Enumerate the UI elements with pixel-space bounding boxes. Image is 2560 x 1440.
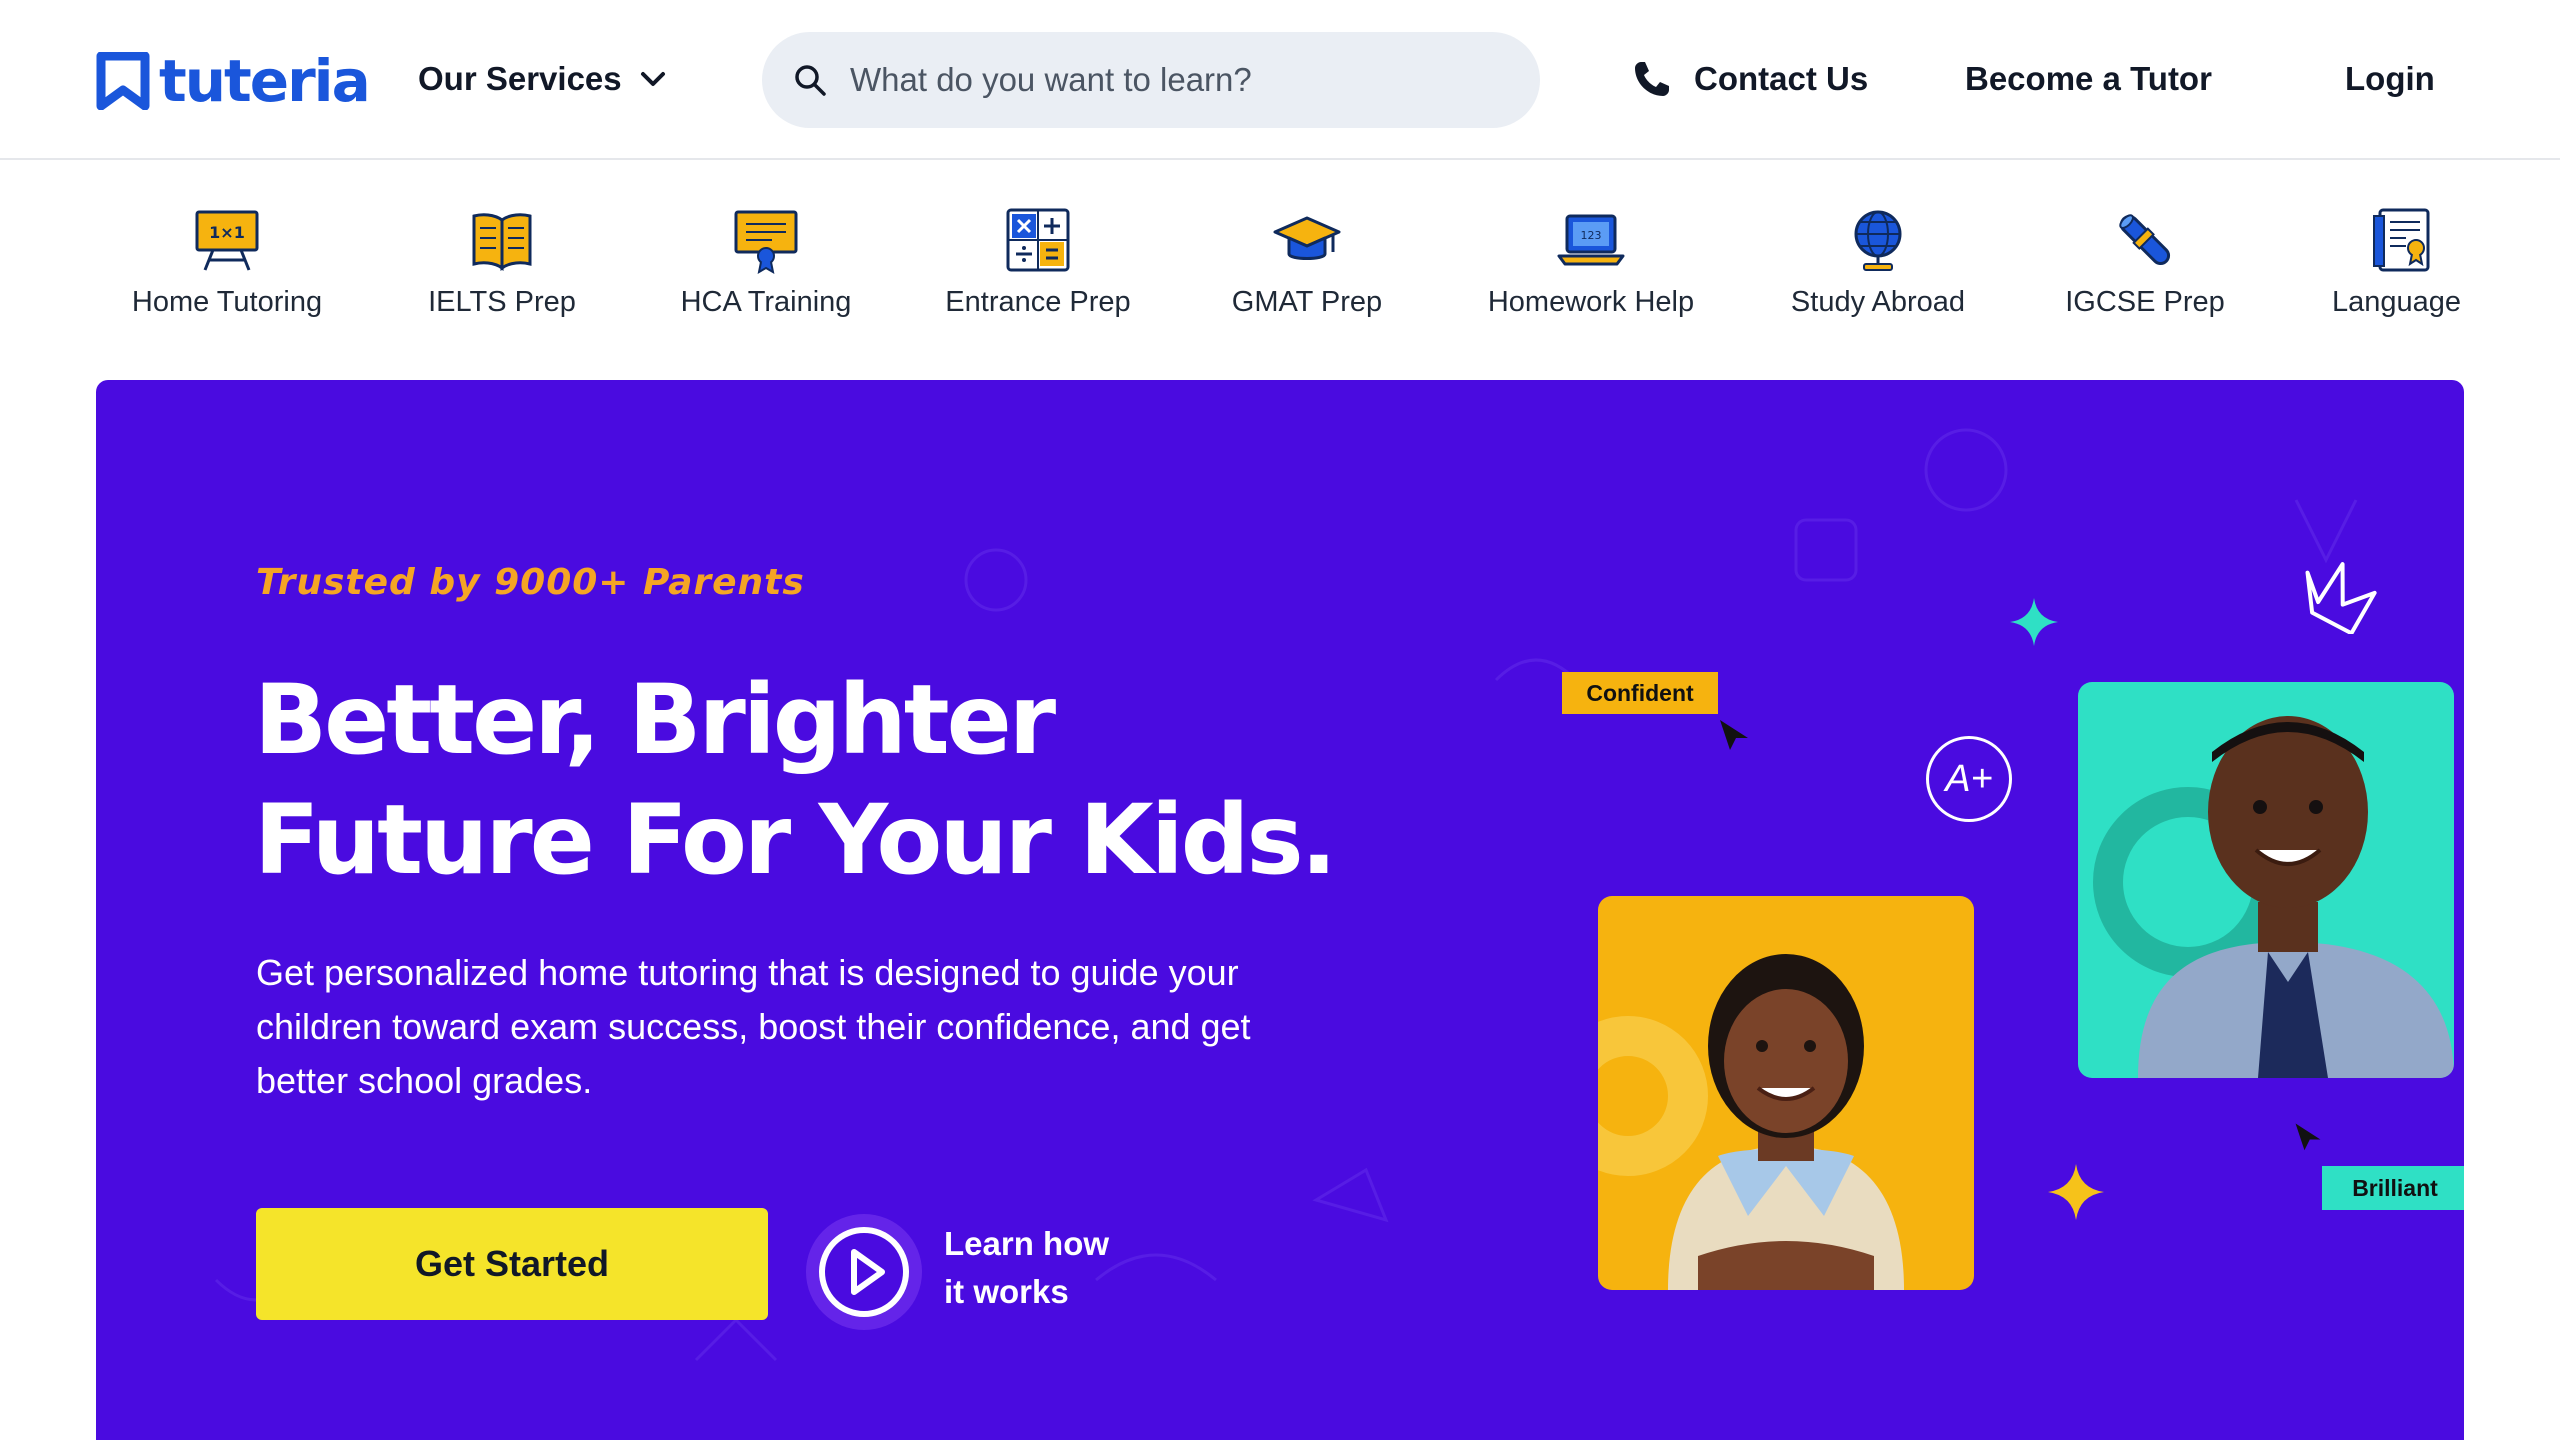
category-label: IELTS Prep	[428, 286, 576, 318]
contact-us-label: Contact Us	[1694, 60, 1869, 97]
crown-icon	[2305, 562, 2377, 634]
category-label: GMAT Prep	[1231, 286, 1383, 318]
our-services-label: Our Services	[418, 60, 622, 97]
category-gmat-prep[interactable]: GMAT Prep	[1228, 206, 1386, 320]
svg-text:123: 123	[1581, 229, 1602, 242]
category-hca-training[interactable]: HCA Training	[676, 206, 856, 320]
logo-text: tuteria	[159, 47, 371, 115]
boy-illustration	[2093, 716, 2454, 1078]
category-home-tutoring[interactable]: 1×1 Home Tutoring	[126, 206, 328, 320]
search-icon	[795, 65, 826, 96]
bookmark-logo-icon	[96, 52, 150, 110]
become-a-tutor-link[interactable]: Become a Tutor	[1965, 56, 2212, 102]
globe-icon	[1854, 210, 1902, 271]
category-language[interactable]: Language	[2332, 206, 2466, 320]
category-label: HCA Training	[680, 286, 852, 318]
graduation-cap-icon	[1273, 216, 1341, 260]
search-input[interactable]	[850, 61, 1490, 99]
diploma-scroll-icon	[2119, 214, 2171, 266]
top-navigation-bar: tuteria Our Services Contact Us Become a…	[0, 0, 2560, 160]
get-started-button[interactable]: Get Started	[256, 1208, 768, 1320]
cursor-arrow-icon	[2295, 1123, 2321, 1151]
category-strip: 1×1 Home Tutoring IELTS Prep HCA Trainin…	[0, 162, 2560, 380]
category-label: Homework Help	[1487, 286, 1695, 318]
laptop-icon: 123	[1557, 214, 1625, 266]
category-entrance-prep[interactable]: Entrance Prep	[940, 206, 1136, 320]
calculator-icon	[1006, 208, 1070, 272]
boy-student-photo	[2078, 682, 2454, 1078]
sparkle-yellow-icon	[2048, 1164, 2104, 1220]
document-badge-icon	[2373, 208, 2430, 272]
headline-line-2: Future For Your Kids.	[254, 784, 1337, 896]
category-label: IGCSE Prep	[2065, 286, 2225, 318]
svg-text:1×1: 1×1	[209, 223, 245, 242]
sparkle-teal-icon	[2010, 598, 2058, 646]
category-ielts-prep[interactable]: IELTS Prep	[420, 206, 584, 320]
learn-how-it-works-link[interactable]: Learn how it works	[944, 1220, 1109, 1316]
chevron-down-icon	[640, 72, 665, 86]
search-bar	[762, 32, 1540, 128]
our-services-dropdown[interactable]: Our Services	[418, 56, 668, 102]
category-homework-help[interactable]: 123 Homework Help	[1476, 206, 1706, 320]
open-book-icon	[472, 213, 532, 271]
a-plus-grade-badge: A+	[1926, 736, 2012, 822]
tuteria-logo[interactable]: tuteria	[95, 47, 371, 115]
girl-student-photo	[1598, 896, 1974, 1290]
learn-line-2: it works	[944, 1273, 1069, 1310]
hero-headline: Better, Brighter Future For Your Kids.	[254, 660, 1454, 900]
category-label: Entrance Prep	[945, 286, 1131, 318]
hero-subtext: Get personalized home tutoring that is d…	[256, 952, 1251, 1101]
whiteboard-icon: 1×1	[195, 210, 259, 271]
headline-line-1: Better, Brighter	[254, 664, 1056, 776]
cursor-arrow-icon	[1720, 720, 1748, 750]
trusted-badge-text: Trusted by 9000+ Parents	[256, 562, 805, 603]
confident-tag: Confident	[1562, 672, 1718, 714]
category-igcse-prep[interactable]: IGCSE Prep	[2064, 206, 2226, 320]
category-label: Language	[2332, 286, 2462, 318]
learn-line-1: Learn how	[944, 1225, 1110, 1262]
category-study-abroad[interactable]: Study Abroad	[1782, 206, 1974, 320]
phone-icon	[1635, 62, 1669, 96]
brilliant-tag: Brilliant	[2322, 1166, 2464, 1210]
certificate-icon	[734, 210, 798, 274]
login-link[interactable]: Login	[2345, 56, 2435, 102]
girl-illustration	[1598, 954, 1904, 1290]
play-video-icon[interactable]	[804, 1212, 924, 1332]
category-label: Home Tutoring	[131, 286, 323, 318]
hero-banner: Trusted by 9000+ Parents Better, Brighte…	[96, 380, 2464, 1440]
category-label: Study Abroad	[1790, 286, 1966, 318]
contact-us-link[interactable]: Contact Us	[1632, 56, 1868, 102]
